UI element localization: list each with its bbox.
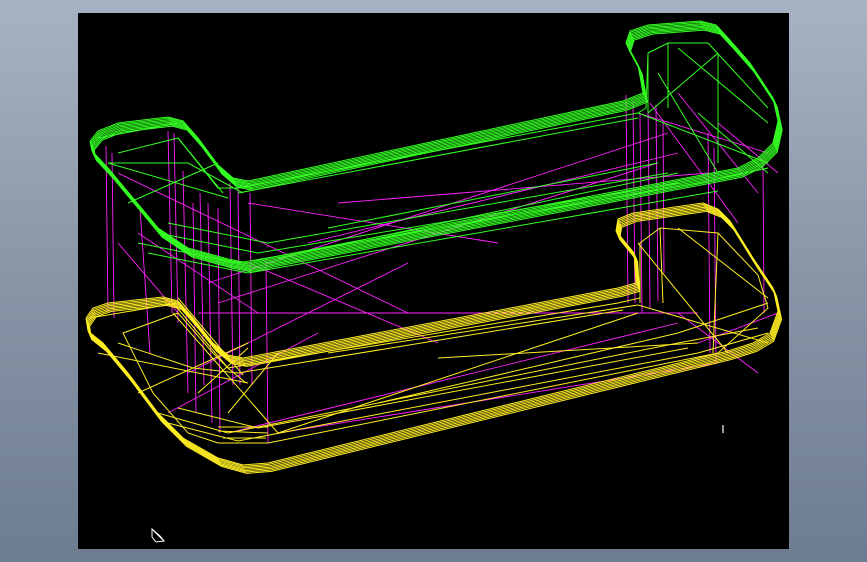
yellow-wireframe-tray[interactable] <box>85 202 783 474</box>
g-outer-edge-7 <box>93 29 783 273</box>
cad-window <box>0 0 867 562</box>
g-outer-edge-4 <box>91 25 781 269</box>
wireframe-scene[interactable] <box>78 13 789 549</box>
g-outer-edge-6 <box>93 28 783 272</box>
g-outer-edge-5 <box>92 26 782 271</box>
model-viewport[interactable] <box>78 13 789 549</box>
g-outer-edge-3 <box>91 24 781 268</box>
ucs-axis-icon <box>151 527 165 543</box>
